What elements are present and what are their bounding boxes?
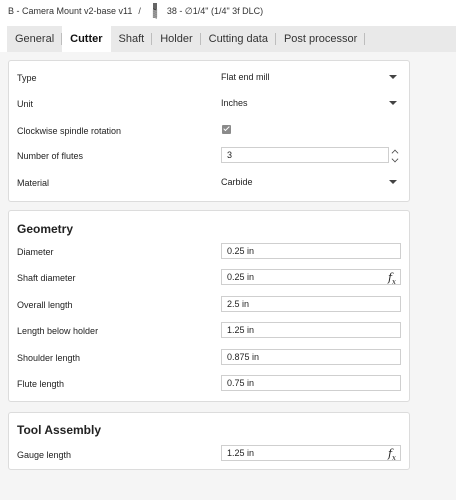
breadcrumb-document[interactable]: B - Camera Mount v2-base v11 <box>8 6 132 16</box>
chevron-down-icon[interactable] <box>391 155 399 163</box>
length-below-holder-input[interactable]: 1.25 in <box>221 322 401 338</box>
type-label: Type <box>17 73 37 83</box>
chevron-down-icon <box>389 101 397 105</box>
tool-assembly-card: Tool Assembly Gauge length 1.25 in fx <box>8 412 410 470</box>
overall-length-input[interactable]: 2.5 in <box>221 296 401 312</box>
tab-shaft[interactable]: Shaft <box>111 26 153 52</box>
flutes-label: Number of flutes <box>17 151 84 161</box>
gauge-length-input[interactable]: 1.25 in fx <box>221 445 401 462</box>
tool-assembly-title: Tool Assembly <box>17 423 102 437</box>
tab-holder[interactable]: Holder <box>152 26 201 52</box>
material-label: Material <box>17 178 50 188</box>
diameter-input[interactable]: 0.25 in <box>221 243 401 259</box>
tab-general[interactable]: General <box>7 26 63 52</box>
formula-fx-icon[interactable]: fx <box>388 271 396 286</box>
tab-bar: General Cutter Shaft Holder Cutting data… <box>7 26 456 52</box>
overall-length-label: Overall length <box>17 300 73 310</box>
breadcrumb-separator: / <box>138 6 141 16</box>
tab-cutter[interactable]: Cutter <box>62 26 111 52</box>
formula-fx-icon[interactable]: fx <box>388 447 396 462</box>
unit-select[interactable]: Inches <box>221 95 401 111</box>
breadcrumb-tool[interactable]: 38 - ∅1/4" (1/4" 3f DLC) <box>167 6 263 17</box>
clockwise-checkbox[interactable] <box>222 125 231 134</box>
shoulder-length-label: Shoulder length <box>17 353 81 363</box>
material-select[interactable]: Carbide <box>221 174 401 190</box>
clockwise-label: Clockwise spindle rotation <box>17 126 122 136</box>
length-below-holder-label: Length below holder <box>17 326 99 336</box>
unit-label: Unit <box>17 99 34 109</box>
shoulder-length-input[interactable]: 0.875 in <box>221 349 401 365</box>
chevron-down-icon <box>389 180 397 184</box>
chevron-down-icon <box>389 75 397 79</box>
cutter-properties-card: Type Flat end mill Unit Inches Clockwise… <box>8 60 410 202</box>
flutes-input[interactable]: 3 <box>221 147 399 163</box>
type-select[interactable]: Flat end mill <box>221 69 401 85</box>
flute-length-input[interactable]: 0.75 in <box>221 375 401 391</box>
tab-cutting-data[interactable]: Cutting data <box>201 26 276 52</box>
flutes-stepper[interactable] <box>391 148 400 164</box>
gauge-length-label: Gauge length <box>17 450 72 460</box>
shaft-diameter-input[interactable]: 0.25 in fx <box>221 269 401 286</box>
tab-post-processor[interactable]: Post processor <box>276 26 366 52</box>
end-mill-tool-icon <box>151 3 159 19</box>
flute-length-label: Flute length <box>17 379 65 389</box>
geometry-card: Geometry Diameter 0.25 in Shaft diameter… <box>8 210 410 402</box>
shaft-diameter-label: Shaft diameter <box>17 273 76 283</box>
breadcrumb: B - Camera Mount v2-base v11 / 38 - ∅1/4… <box>8 0 263 22</box>
geometry-title: Geometry <box>17 222 74 236</box>
diameter-label: Diameter <box>17 247 54 257</box>
